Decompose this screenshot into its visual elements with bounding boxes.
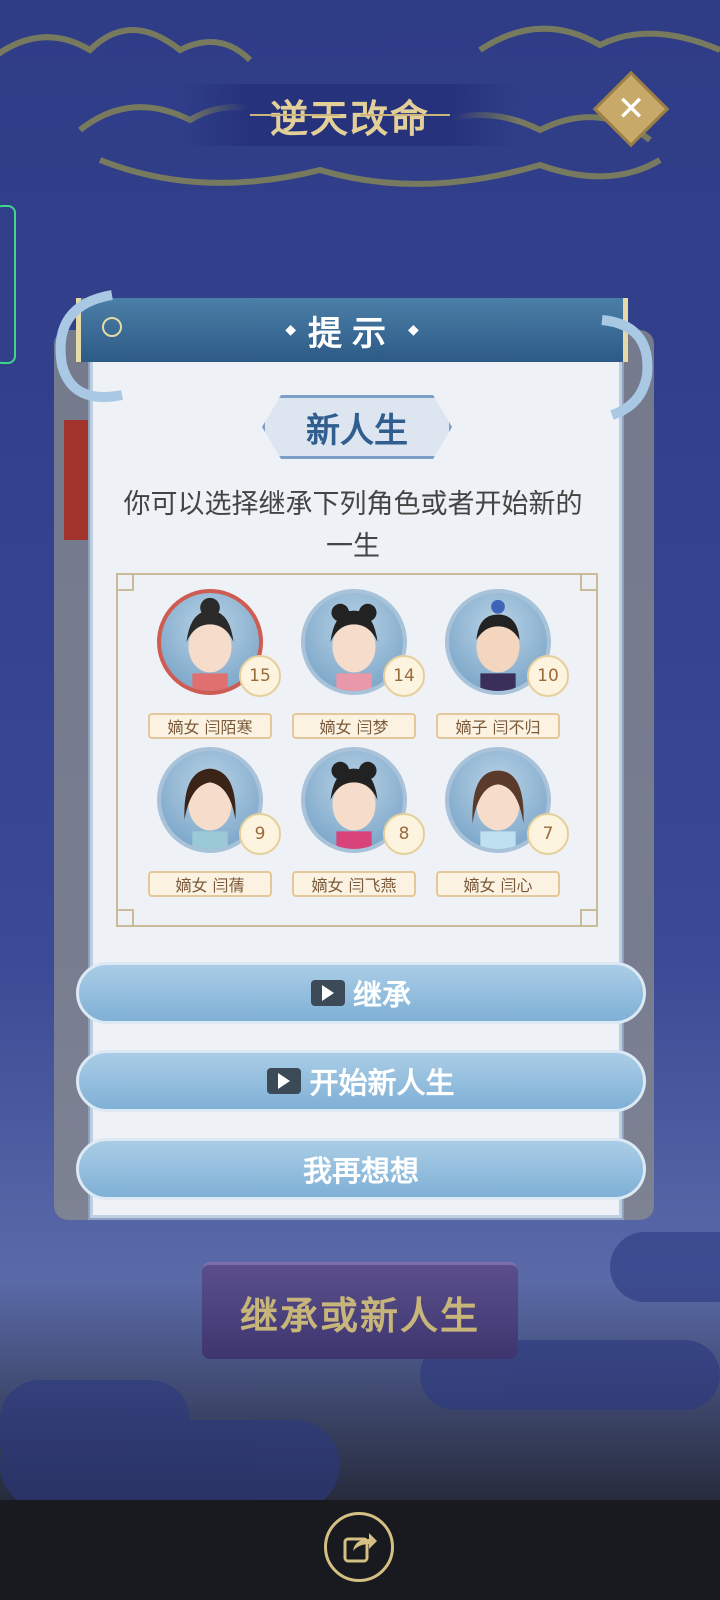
new-life-button-label: 开始新人生 [309,1066,455,1100]
inherit-button[interactable]: 继承 [76,962,646,1024]
dialog-title: 提示 [308,313,396,354]
level-badge: 14 [383,655,425,697]
level-badge: 15 [239,655,281,697]
header-dot: ◆ [285,322,296,338]
think-again-button-label: 我再想想 [302,1154,419,1188]
character-list[interactable]: 15 嫡女 闫陌寒 14 嫡女 闫梦 10 嫡子 闫不归 9 嫡女 闫蒨 8 嫡… [116,573,598,927]
character-card[interactable]: 7 嫡女 闫心 [422,747,572,907]
character-name: 嫡女 闫蒨 [148,871,272,897]
divider [250,114,340,116]
subtitle-plate: 新人生 [262,395,452,459]
character-card[interactable]: 9 嫡女 闫蒨 [134,747,284,907]
level-badge: 10 [527,655,569,697]
dialog-subtitle: 新人生 [306,410,408,451]
new-life-button[interactable]: 开始新人生 [76,1050,646,1112]
background-red-tag [64,420,92,540]
level-badge: 9 [239,813,281,855]
character-name: 嫡女 闫飞燕 [292,871,416,897]
level-badge: 8 [383,813,425,855]
top-title-banner: 逆天改命 [180,84,520,146]
dialog-description: 你可以选择继承下列角色或者开始新的一生 [123,489,583,562]
frame-corner [118,575,134,591]
close-icon: ✕ [616,89,646,129]
header-dot: ◆ [408,322,419,338]
dialog-header: ◆ 提示 ◆ [76,298,628,362]
frame-corner [580,909,596,925]
think-again-button[interactable]: 我再想想 [76,1138,646,1200]
inherit-button-label: 继承 [352,978,411,1012]
character-card[interactable]: 8 嫡女 闫飞燕 [278,747,428,907]
inherit-or-new-button[interactable]: 继承或新人生 [202,1262,518,1359]
divider [360,114,450,116]
character-card[interactable]: 10 嫡子 闫不归 [422,589,572,749]
character-name: 嫡女 闫陌寒 [148,713,272,739]
character-card[interactable]: 14 嫡女 闫梦 [278,589,428,749]
frame-corner [118,909,134,925]
share-button[interactable] [324,1512,394,1582]
frame-corner [580,575,596,591]
level-badge: 7 [527,813,569,855]
character-name: 嫡女 闫梦 [292,713,416,739]
side-tab[interactable] [0,205,16,364]
share-icon [343,1533,377,1563]
character-name: 嫡女 闫心 [436,871,560,897]
character-card[interactable]: 15 嫡女 闫陌寒 [134,589,284,749]
video-play-icon [310,980,345,1006]
video-play-icon [267,1068,302,1094]
inherit-or-new-label: 继承或新人生 [239,1293,480,1338]
character-name: 嫡子 闫不归 [436,713,560,739]
